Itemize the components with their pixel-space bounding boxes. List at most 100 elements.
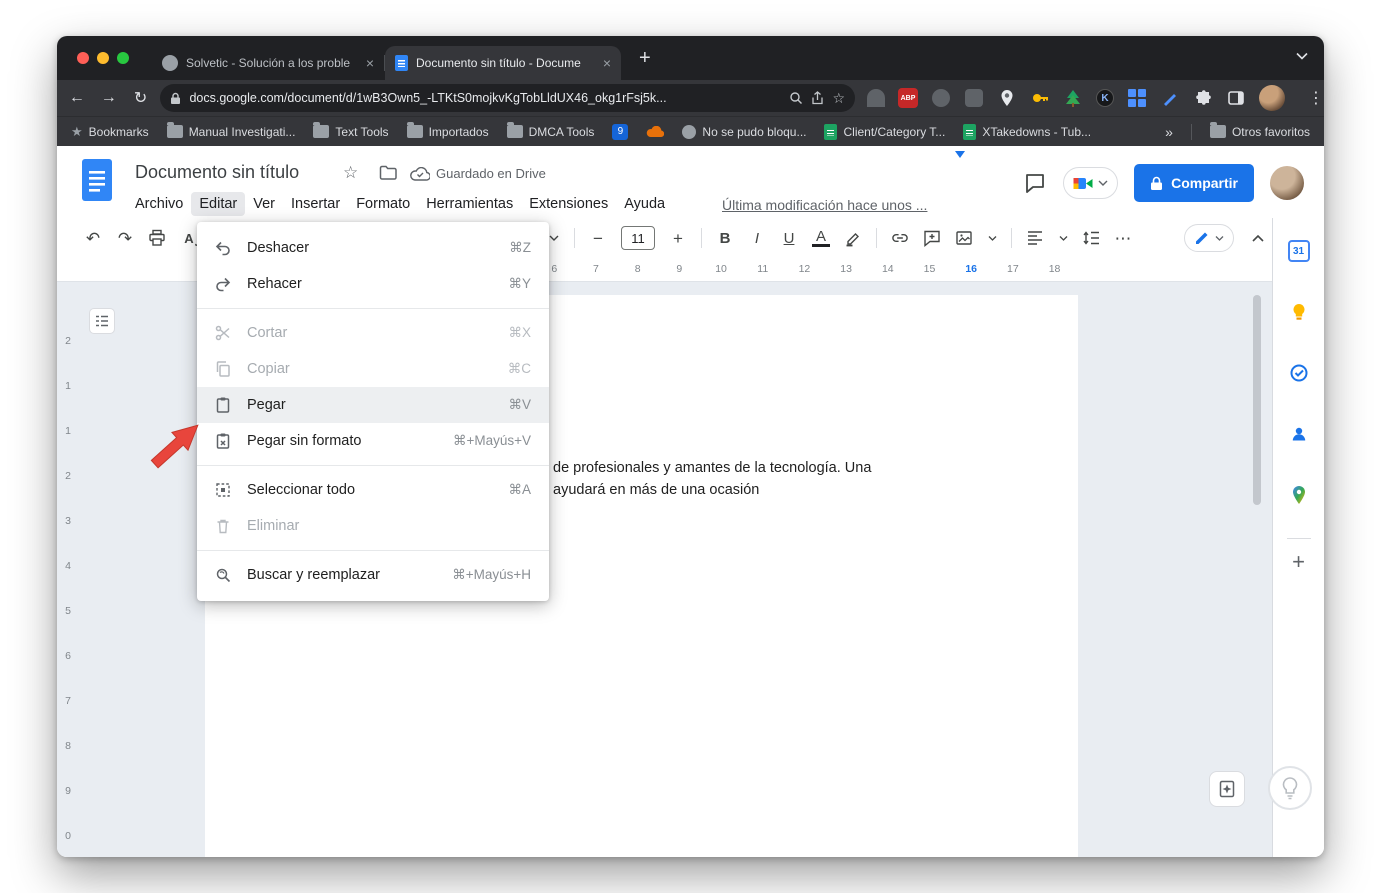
bookmark-folder[interactable]: Manual Investigati...: [166, 122, 295, 139]
contacts-icon[interactable]: [1279, 414, 1319, 454]
menu-extensiones[interactable]: Extensiones: [521, 192, 616, 216]
cloud-bookmark-icon[interactable]: [646, 125, 665, 138]
styles-chevron-icon[interactable]: [548, 235, 560, 241]
docs-logo-icon[interactable]: [82, 159, 112, 201]
menu-item-rehacer[interactable]: Rehacer ⌘Y: [197, 266, 549, 302]
redo-button[interactable]: ↷: [116, 230, 134, 247]
tasks-icon[interactable]: [1279, 353, 1319, 393]
bookmarks-overflow-chevron[interactable]: »: [1165, 124, 1173, 140]
share-button[interactable]: Compartir: [1134, 164, 1254, 202]
bookmark-folder[interactable]: Importados: [406, 122, 489, 139]
address-bar[interactable]: docs.google.com/document/d/1wB3Own5_-LTK…: [160, 84, 856, 112]
k-extension-icon[interactable]: K: [1096, 89, 1115, 107]
spellcheck-button[interactable]: A✓: [180, 231, 202, 250]
bookmark-sheet[interactable]: Client/Category T...: [824, 123, 945, 140]
decrease-font-size-button[interactable]: −: [589, 230, 607, 247]
last-modified-link[interactable]: Última modificación hace unos ...: [722, 197, 927, 213]
document-scrollbar[interactable]: [1253, 295, 1261, 505]
help-bulb-button[interactable]: [1268, 766, 1312, 810]
minimize-window-button[interactable]: [97, 52, 109, 64]
explore-button[interactable]: [1209, 771, 1245, 807]
location-pin-extension-icon[interactable]: [997, 88, 1017, 108]
align-chevron-icon[interactable]: [1058, 235, 1068, 241]
keep-icon[interactable]: [1279, 292, 1319, 332]
insert-link-button[interactable]: [891, 229, 909, 247]
tab-solvetic[interactable]: Solvetic - Solución a los proble ×: [152, 46, 384, 80]
grid-extension-icon[interactable]: [1127, 88, 1147, 108]
pen-extension-icon[interactable]: [1160, 88, 1180, 108]
highlight-color-button[interactable]: [844, 229, 862, 247]
font-size-input[interactable]: 11: [621, 226, 655, 250]
text-color-button[interactable]: A: [812, 228, 830, 248]
tab-document[interactable]: Documento sin título - Docume ×: [385, 46, 621, 80]
tab-search-chevron-icon[interactable]: [1296, 52, 1308, 60]
tree-extension-icon[interactable]: [1063, 88, 1083, 108]
maps-icon[interactable]: [1279, 475, 1319, 515]
document-text-line[interactable]: de profesionales y amantes de la tecnolo…: [553, 460, 871, 476]
save-status[interactable]: Guardado en Drive: [410, 166, 546, 181]
close-tab-icon[interactable]: ×: [603, 56, 611, 70]
more-toolbar-options[interactable]: ⋯: [1114, 230, 1132, 247]
add-comment-button[interactable]: [923, 229, 941, 247]
menu-item-seleccionar-todo[interactable]: Seleccionar todo ⌘A: [197, 472, 549, 508]
share-icon[interactable]: [811, 91, 824, 105]
document-outline-button[interactable]: [89, 308, 115, 334]
menu-ver[interactable]: Ver: [245, 192, 283, 216]
undo-button[interactable]: ↶: [84, 230, 102, 247]
account-avatar[interactable]: [1270, 166, 1304, 200]
increase-font-size-button[interactable]: +: [669, 230, 687, 247]
menu-formato[interactable]: Formato: [348, 192, 418, 216]
calendar-icon[interactable]: 31: [1279, 231, 1319, 271]
profile-avatar[interactable]: [1259, 85, 1286, 111]
menu-item-deshacer[interactable]: Deshacer ⌘Z: [197, 230, 549, 266]
indent-marker[interactable]: [955, 151, 965, 158]
document-text-line[interactable]: ayudará en más de una ocasión: [553, 482, 759, 498]
other-bookmarks-folder[interactable]: Otros favoritos: [1209, 122, 1310, 139]
line-spacing-button[interactable]: [1082, 230, 1100, 246]
extension-icon[interactable]: [867, 89, 886, 107]
extension-icon[interactable]: [932, 89, 951, 107]
puzzle-extensions-icon[interactable]: [1193, 88, 1213, 108]
collapse-toolbar-icon[interactable]: [1252, 234, 1264, 242]
bookmark-folder[interactable]: DMCA Tools: [506, 122, 594, 139]
meet-button[interactable]: [1063, 167, 1119, 199]
image-chevron-icon[interactable]: [987, 235, 997, 241]
menu-ayuda[interactable]: Ayuda: [616, 192, 673, 216]
extension-icon[interactable]: [965, 89, 984, 107]
menu-herramientas[interactable]: Herramientas: [418, 192, 521, 216]
menu-insertar[interactable]: Insertar: [283, 192, 348, 216]
bookmark-folder[interactable]: Text Tools: [313, 122, 389, 139]
menu-item-pegar-sin-formato[interactable]: Pegar sin formato ⌘+Mayús+V: [197, 423, 549, 459]
bookmark-favicon-9[interactable]: 9: [612, 123, 629, 140]
bookmark-sheet[interactable]: XTakedowns - Tub...: [963, 123, 1091, 140]
get-addons-button[interactable]: +: [1292, 551, 1305, 573]
bookmark-bookmarks[interactable]: ★ Bookmarks: [71, 124, 149, 140]
back-button[interactable]: ←: [65, 86, 89, 110]
align-button[interactable]: [1026, 230, 1044, 246]
italic-button[interactable]: I: [748, 230, 766, 247]
print-button[interactable]: [148, 229, 166, 247]
document-title[interactable]: Documento sin título: [135, 162, 299, 183]
bookmark-blocked[interactable]: No se pudo bloqu...: [682, 124, 806, 139]
new-tab-button[interactable]: +: [639, 48, 651, 68]
comments-icon[interactable]: [1023, 171, 1047, 195]
adblock-plus-extension-icon[interactable]: ABP: [898, 88, 919, 108]
bold-button[interactable]: B: [716, 230, 734, 247]
underline-button[interactable]: U: [780, 230, 798, 247]
side-panel-icon[interactable]: [1226, 88, 1246, 108]
zoom-icon[interactable]: [789, 91, 803, 105]
fullscreen-window-button[interactable]: [117, 52, 129, 64]
close-tab-icon[interactable]: ×: [366, 56, 374, 70]
key-extension-icon[interactable]: [1030, 88, 1050, 108]
insert-image-button[interactable]: [955, 229, 973, 247]
menu-archivo[interactable]: Archivo: [127, 192, 191, 216]
forward-button[interactable]: →: [97, 86, 121, 110]
browser-menu-kebab-icon[interactable]: ⋮: [1308, 88, 1324, 108]
bookmark-star-icon[interactable]: ☆: [832, 90, 845, 107]
close-window-button[interactable]: [77, 52, 89, 64]
menu-item-pegar[interactable]: Pegar ⌘V: [197, 387, 549, 423]
menu-item-buscar-y-reemplazar[interactable]: Buscar y reemplazar ⌘+Mayús+H: [197, 557, 549, 593]
menu-editar[interactable]: Editar: [191, 192, 246, 216]
editing-mode-button[interactable]: [1184, 224, 1234, 252]
move-to-folder-icon[interactable]: [379, 165, 397, 180]
